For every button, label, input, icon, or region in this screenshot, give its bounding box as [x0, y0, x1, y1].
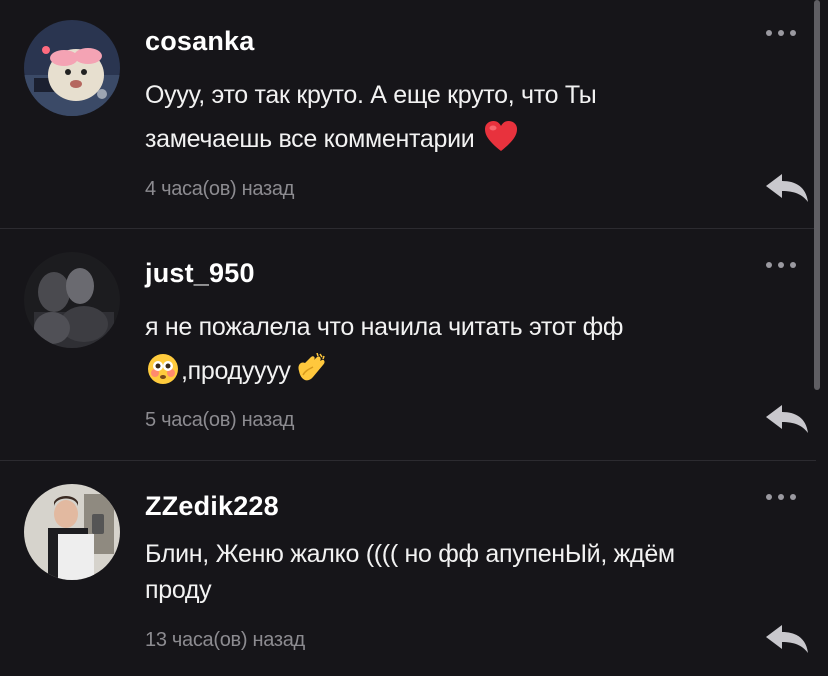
comment-text-line: замечаешь все комментарии — [145, 125, 475, 153]
avatar[interactable] — [24, 484, 120, 580]
clapping-hands-icon — [293, 352, 327, 399]
comment-item: just_950 я не пожалела что начила читать… — [0, 229, 816, 460]
red-heart-icon — [483, 119, 519, 167]
more-dots-icon[interactable] — [766, 489, 806, 505]
scrollbar[interactable] — [814, 0, 820, 390]
comment-username[interactable]: ZZedik228 — [145, 491, 279, 522]
reply-arrow-icon[interactable] — [762, 172, 810, 206]
comment-timestamp: 13 часа(ов) назад — [145, 629, 305, 651]
comment-username[interactable]: cosanka — [145, 26, 254, 57]
comment-text: Оууу, это так круто. А еще круто, что Ты… — [145, 73, 765, 167]
reply-arrow-icon[interactable] — [762, 403, 810, 437]
more-dots-icon[interactable] — [766, 25, 806, 41]
comment-text-line: проду — [145, 576, 212, 604]
comment-text-line: Оууу, это так круто. А еще круто, что Ты — [145, 81, 597, 109]
comment-timestamp: 5 часа(ов) назад — [145, 409, 295, 431]
comment-item: cosanka Оууу, это так круто. А еще круто… — [0, 0, 816, 228]
comment-timestamp: 4 часа(ов) назад — [145, 178, 295, 200]
comment-text-line: ,продуууу — [181, 357, 291, 385]
comment-text-line: я не пожалела что начила читать этот фф — [145, 313, 624, 341]
flushed-face-icon — [147, 353, 179, 399]
comment-text: я не пожалела что начила читать этот фф … — [145, 305, 765, 399]
avatar[interactable] — [24, 20, 120, 116]
avatar[interactable] — [24, 252, 120, 348]
comment-username[interactable]: just_950 — [145, 258, 255, 289]
more-dots-icon[interactable] — [766, 257, 806, 273]
comment-text: Блин, Женю жалко (((( но фф апупенЫй, жд… — [145, 536, 765, 608]
comment-item: ZZedik228 Блин, Женю жалко (((( но фф ап… — [0, 461, 816, 676]
reply-arrow-icon[interactable] — [762, 623, 810, 657]
comment-text-line: Блин, Женю жалко (((( но фф апупенЫй, жд… — [145, 540, 675, 568]
